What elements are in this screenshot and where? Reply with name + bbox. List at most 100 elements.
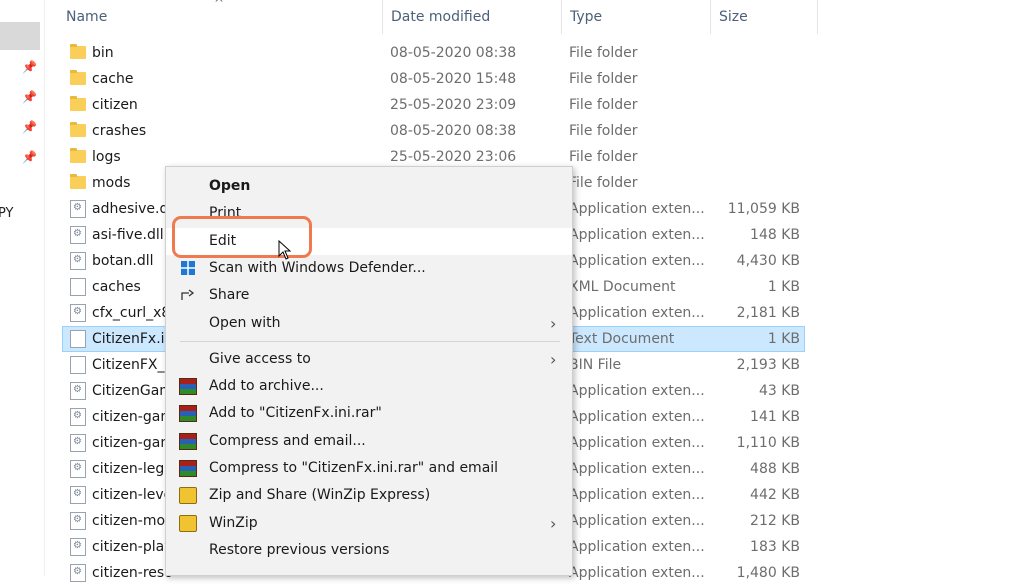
column-header-date[interactable]: Date modified: [382, 0, 569, 34]
file-size: 2,181 KB: [736, 305, 800, 321]
file-size: 183 KB: [750, 539, 800, 555]
file-type: Application exten...: [569, 513, 705, 529]
file-name: crashes: [92, 123, 147, 139]
dll-file-icon: [70, 564, 86, 582]
file-name: citizen-leve: [92, 487, 173, 503]
file-size: 442 KB: [750, 487, 800, 503]
winrar-icon: [179, 460, 197, 477]
file-date: 08-05-2020 15:48: [390, 71, 517, 87]
menu-item-label: Open: [209, 178, 251, 194]
share-icon: [179, 287, 197, 304]
file-size: 11,059 KB: [727, 201, 800, 217]
file-name: mods: [92, 175, 131, 191]
winzip-icon: [179, 514, 197, 532]
file-size: 212 KB: [750, 513, 800, 529]
file-date: 25-05-2020 23:09: [390, 97, 517, 113]
menu-item-label: Zip and Share (WinZip Express): [209, 487, 431, 504]
file-type: Application exten...: [569, 201, 705, 217]
file-type: Text Document: [569, 331, 675, 347]
menu-item-label: Scan with Windows Defender...: [209, 259, 426, 276]
file-row[interactable]: bin 08-05-2020 08:38 File folder: [0, 40, 1024, 66]
dll-file-icon: [70, 252, 86, 270]
menu-item-label: Restore previous versions: [209, 541, 390, 558]
document-icon: [70, 278, 86, 296]
file-type: Application exten...: [569, 305, 705, 321]
dll-file-icon: [70, 486, 86, 504]
menu-item-label: Compress and email...: [209, 432, 366, 449]
file-type: File folder: [569, 123, 638, 139]
folder-icon: [70, 44, 86, 59]
file-name: botan.dll: [92, 253, 154, 269]
folder-icon: [70, 122, 86, 137]
file-name: citizen-mod: [92, 513, 174, 529]
file-type: Application exten...: [569, 539, 705, 555]
menu-item-add-to-archive[interactable]: Add to archive...: [166, 373, 572, 400]
file-name: caches: [92, 279, 141, 295]
file-type: Application exten...: [569, 253, 705, 269]
file-row[interactable]: cache 08-05-2020 15:48 File folder: [0, 66, 1024, 92]
menu-separator: [180, 340, 560, 342]
file-size: 488 KB: [750, 461, 800, 477]
file-name: CitizenFX_S: [92, 357, 174, 373]
file-name: bin: [92, 45, 114, 61]
menu-item-label: WinZip: [209, 514, 258, 531]
menu-item-open-with[interactable]: Open with ›: [166, 310, 572, 337]
file-size: 1,480 KB: [736, 565, 800, 581]
menu-item-open[interactable]: Open: [166, 173, 572, 200]
file-size: 2,193 KB: [736, 357, 800, 373]
file-type: Application exten...: [569, 409, 705, 425]
file-type: Application exten...: [569, 383, 705, 399]
folder-icon: [70, 70, 86, 85]
file-name: asi-five.dll: [92, 227, 164, 243]
dll-file-icon: [70, 512, 86, 530]
menu-item-scan-with-windows-defender[interactable]: Scan with Windows Defender...: [166, 255, 572, 282]
menu-item-add-to-citizenfx-ini-rar[interactable]: Add to "CitizenFx.ini.rar": [166, 400, 572, 427]
folder-icon: [70, 174, 86, 189]
menu-item-compress-and-email[interactable]: Compress and email...: [166, 428, 572, 455]
file-type: XML Document: [569, 279, 676, 295]
column-header-type[interactable]: Type: [561, 0, 718, 34]
winrar-icon: [179, 378, 197, 396]
menu-item-restore-previous-versions[interactable]: Restore previous versions: [166, 537, 572, 564]
chevron-right-icon: ›: [550, 313, 557, 333]
menu-item-label: Share: [209, 287, 250, 304]
folder-icon: [70, 148, 86, 163]
menu-item-label: Add to archive...: [209, 378, 324, 395]
menu-item-label: Open with: [209, 314, 281, 331]
file-size: 148 KB: [750, 227, 800, 243]
file-type: Application exten...: [569, 565, 705, 581]
file-size: 1 KB: [767, 331, 800, 347]
menu-item-zip-and-share-winzip-express[interactable]: Zip and Share (WinZip Express): [166, 482, 572, 509]
mouse-cursor-icon: [278, 240, 292, 260]
file-size: 43 KB: [758, 383, 800, 399]
winzip-icon: [179, 487, 197, 505]
dll-file-icon: [70, 460, 86, 478]
dll-file-icon: [70, 200, 86, 218]
dll-file-icon: [70, 538, 86, 556]
dll-file-icon: [70, 382, 86, 400]
menu-item-compress-to-citizenfx-ini-rar-and-email[interactable]: Compress to "CitizenFx.ini.rar" and emai…: [166, 455, 572, 482]
menu-item-winzip[interactable]: WinZip ›: [166, 510, 572, 537]
file-name: citizen-gam: [92, 409, 174, 425]
file-type: File folder: [569, 149, 638, 165]
menu-item-give-access-to[interactable]: Give access to ›: [166, 346, 572, 373]
file-name: citizen-play: [92, 539, 173, 555]
file-type: File folder: [569, 175, 638, 191]
dll-file-icon: [70, 304, 86, 322]
file-size: 1,110 KB: [736, 435, 800, 451]
file-name: citizen-lega: [92, 461, 173, 477]
sort-ascending-icon: ^: [214, 0, 225, 10]
file-name: citizen-reso: [92, 565, 173, 581]
file-row[interactable]: citizen 25-05-2020 23:09 File folder: [0, 92, 1024, 118]
chevron-right-icon: ›: [550, 349, 557, 369]
column-header-size[interactable]: Size: [710, 0, 818, 34]
file-name: citizen: [92, 97, 138, 113]
dll-file-icon: [70, 408, 86, 426]
winrar-icon: [179, 405, 197, 423]
winrar-icon: [179, 432, 197, 450]
menu-item-share[interactable]: Share: [166, 282, 572, 309]
file-row[interactable]: crashes 08-05-2020 08:38 File folder: [0, 118, 1024, 144]
dll-file-icon: [70, 226, 86, 244]
defender-icon: [179, 260, 197, 277]
file-type: Application exten...: [569, 435, 705, 451]
